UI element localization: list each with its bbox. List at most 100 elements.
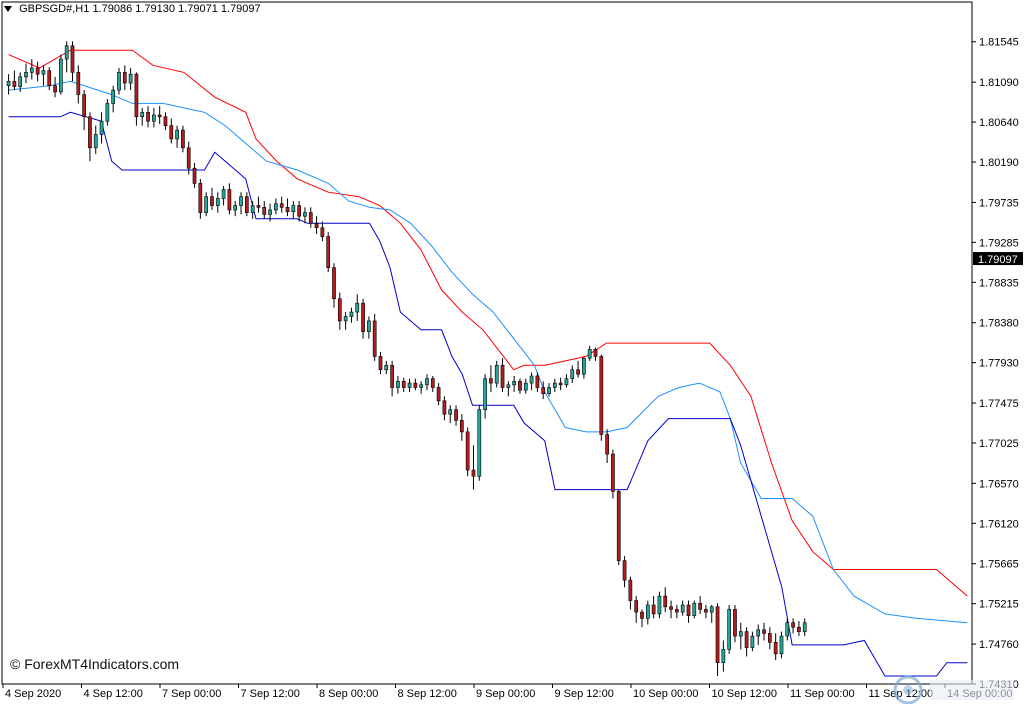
y-tick-label: 1.78380 (979, 318, 1019, 330)
x-tick-label: 7 Sep 00:00 (162, 688, 221, 700)
bear-candle (297, 205, 301, 217)
x-tick-label: 4 Sep 2020 (5, 688, 61, 700)
lower-band-line (8, 111, 968, 677)
bear-candle (675, 609, 679, 613)
bull-candle (552, 382, 557, 388)
bear-candle (698, 602, 702, 610)
bear-candle (634, 600, 639, 613)
bear-candle (326, 236, 331, 268)
bear-candle (715, 606, 720, 663)
bull-candle (111, 89, 116, 104)
bear-candle (192, 167, 197, 184)
bull-candle (367, 320, 371, 332)
bear-candle (82, 94, 86, 118)
bull-candle (41, 70, 46, 75)
bear-candle (198, 183, 203, 213)
bull-candle (355, 302, 360, 313)
bull-candle (93, 134, 98, 149)
y-tick-label: 1.75665 (979, 559, 1019, 571)
bear-candle (163, 116, 168, 126)
bull-candle (250, 205, 255, 213)
bear-candle (88, 116, 92, 149)
bull-candle (494, 365, 499, 384)
bear-candle (35, 67, 40, 75)
bull-candle (692, 602, 697, 616)
bear-candle (669, 606, 673, 610)
bull-candle (582, 357, 586, 375)
bear-candle (628, 579, 633, 601)
y-tick-label: 1.79285 (979, 237, 1019, 249)
price-chart: 1.81545 1.81090 1.80640 1.80190 1.79735 1.792… (1, 1, 1023, 700)
bull-candle (419, 384, 424, 388)
bull-candle (407, 382, 412, 388)
bear-candle (413, 382, 418, 388)
bear-candle (622, 560, 627, 581)
bear-candle (314, 222, 319, 229)
bull-candle (99, 120, 104, 135)
bear-candle (651, 604, 656, 615)
bear-candle (454, 409, 458, 421)
bull-candle (564, 378, 569, 386)
bull-candle (483, 378, 487, 411)
bear-candle (767, 633, 772, 643)
bear-candle (378, 356, 383, 371)
x-tick-label: 8 Sep 12:00 (398, 688, 457, 700)
bull-candle (268, 209, 272, 215)
bear-candle (541, 387, 546, 395)
bear-candle (465, 431, 470, 471)
bull-candle (721, 649, 726, 663)
bull-candle (175, 129, 179, 140)
y-tick-label: 1.78835 (979, 277, 1019, 289)
bull-candle (384, 365, 389, 371)
bull-candle (645, 604, 650, 619)
current-price-label: 1.79097 (978, 254, 1018, 266)
bear-candle (489, 378, 493, 384)
bear-candle (518, 380, 522, 391)
bull-candle (506, 384, 511, 388)
bull-candle (140, 112, 145, 118)
dropdown-arrow-icon[interactable] (4, 6, 12, 13)
bull-candle (59, 58, 63, 93)
y-tick-label: 1.77475 (979, 398, 1019, 410)
bull-candle (221, 189, 226, 199)
bull-candle (587, 349, 592, 359)
bear-candle (169, 125, 174, 140)
watermark-text: © ForexMT4Indicators.com (10, 656, 180, 672)
y-tick-label: 1.80190 (979, 157, 1019, 169)
x-tick-label: 9 Sep 00:00 (476, 688, 535, 700)
bear-candle (605, 434, 609, 455)
bear-candle (285, 207, 290, 213)
bull-candle (802, 622, 807, 632)
bear-candle (704, 609, 708, 613)
bear-candle (146, 112, 150, 122)
bear-candle (460, 420, 464, 433)
bull-candle (750, 635, 755, 648)
bear-candle (181, 129, 185, 149)
bull-candle (233, 205, 238, 211)
bull-candle (396, 380, 400, 388)
bear-candle (640, 611, 644, 619)
bear-candle (733, 609, 737, 637)
bear-candle (157, 114, 162, 118)
bear-candle (471, 469, 476, 477)
bear-candle (500, 365, 505, 388)
bull-candle (349, 311, 354, 317)
bull-candle (204, 196, 209, 213)
chart-root: 1.81545 1.81090 1.80640 1.80190 1.79735 1.792… (0, 0, 1024, 704)
bear-candle (53, 85, 57, 93)
bull-candle (239, 196, 243, 206)
bear-candle (773, 641, 778, 655)
bear-candle (70, 45, 75, 73)
bull-candle (6, 80, 11, 86)
bull-candle (785, 622, 790, 637)
bull-candle (448, 409, 453, 415)
bull-candle (152, 114, 156, 122)
bear-candle (616, 491, 621, 561)
bull-candle (512, 380, 516, 386)
bull-candle (477, 409, 482, 477)
bull-candle (117, 72, 121, 91)
bull-candle (105, 103, 110, 122)
bull-candle (727, 609, 732, 650)
bull-candle (756, 629, 761, 637)
bear-candle (244, 196, 249, 213)
